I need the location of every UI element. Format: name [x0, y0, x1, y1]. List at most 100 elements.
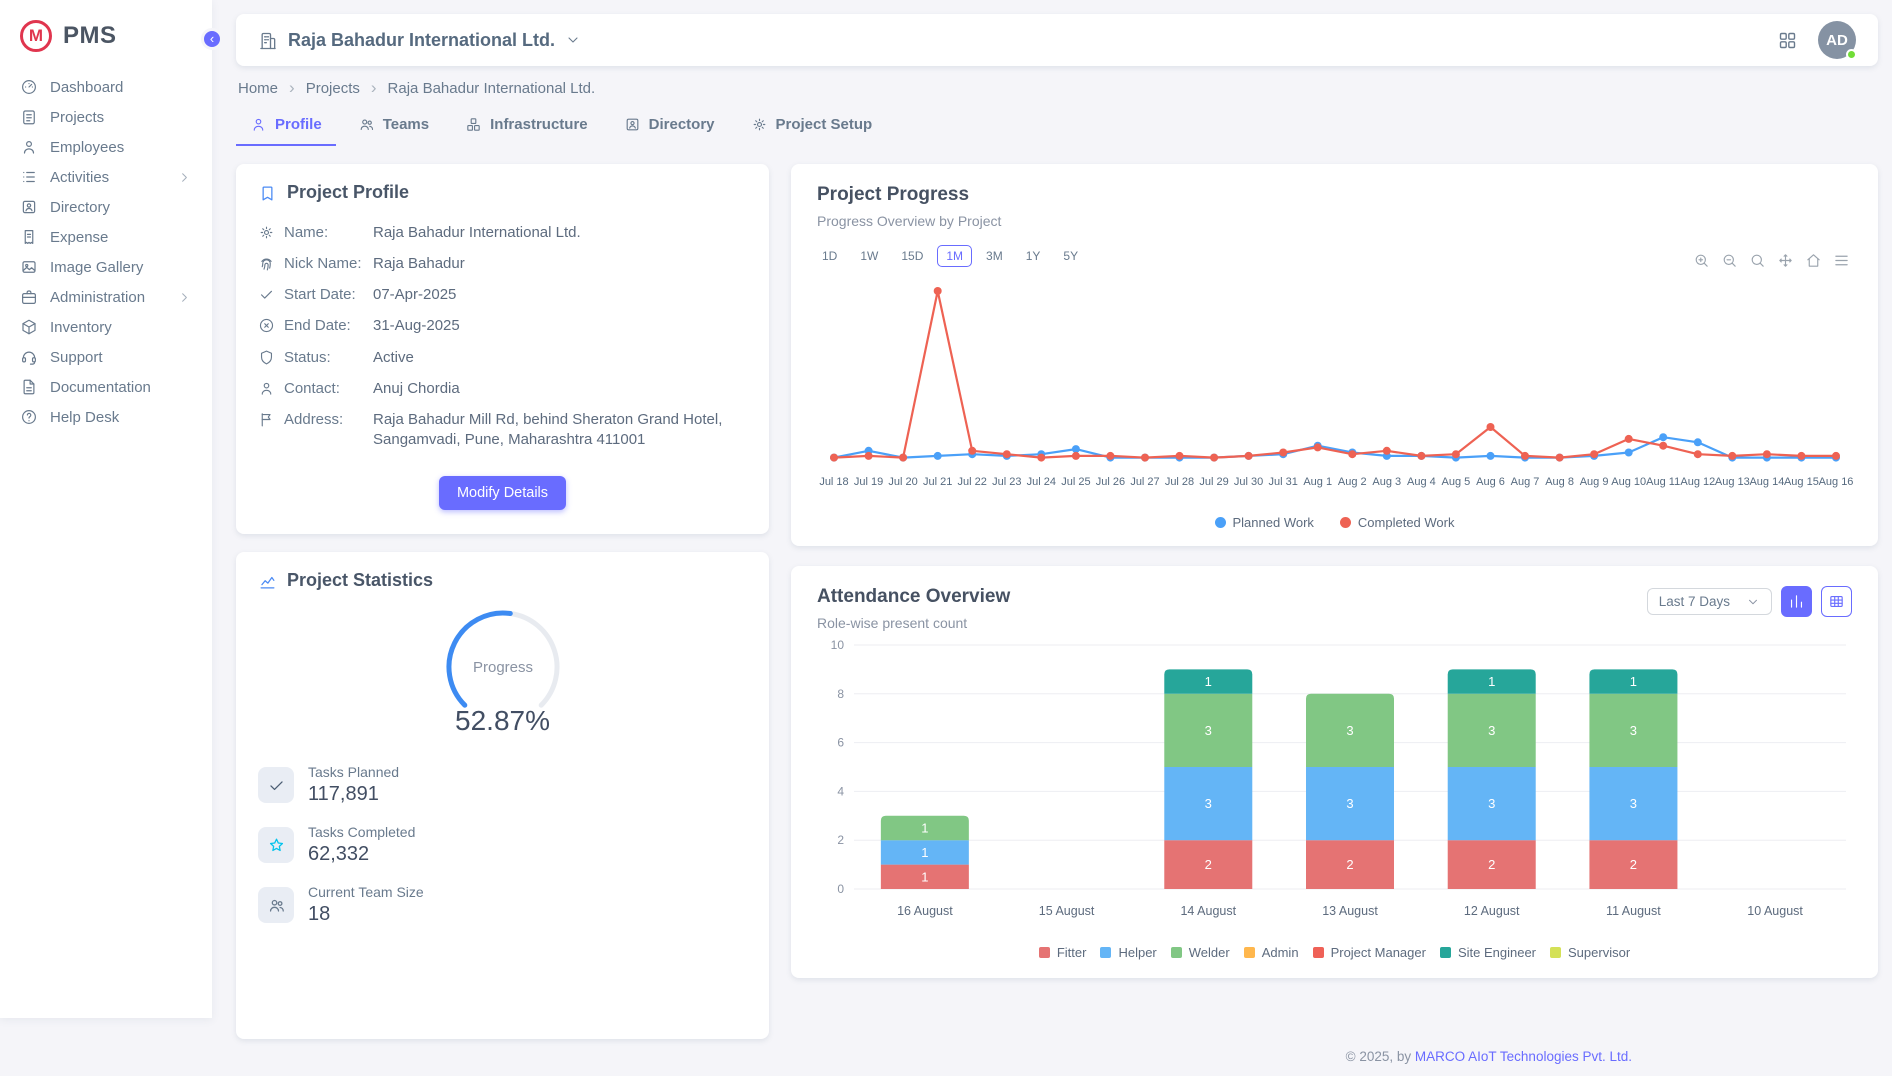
- sidebar-item-label: Dashboard: [50, 79, 123, 96]
- svg-text:Aug 9: Aug 9: [1579, 476, 1608, 488]
- sidebar-item-directory[interactable]: Directory: [0, 192, 212, 222]
- legend-completed-work[interactable]: Completed Work: [1340, 515, 1455, 530]
- user-icon: [258, 380, 275, 397]
- svg-text:Jul 19: Jul 19: [853, 476, 882, 488]
- svg-text:Jul 30: Jul 30: [1233, 476, 1262, 488]
- legend-swatch: [1313, 947, 1324, 958]
- sidebar-collapse-button[interactable]: ‹: [201, 28, 223, 50]
- svg-text:Jul 18: Jul 18: [819, 476, 848, 488]
- sidebar-item-dashboard[interactable]: Dashboard: [0, 72, 212, 102]
- legend-helper[interactable]: Helper: [1100, 945, 1156, 960]
- projects-icon: [20, 108, 38, 126]
- days-filter-select[interactable]: Last 7 Days: [1647, 588, 1772, 615]
- svg-text:2: 2: [837, 833, 844, 847]
- svg-text:3: 3: [1346, 796, 1353, 811]
- sidebar-item-documentation[interactable]: Documentation: [0, 372, 212, 402]
- range-1w-button[interactable]: 1W: [851, 245, 887, 267]
- breadcrumb-separator: ›: [289, 78, 295, 98]
- sidebar-item-label: Activities: [50, 169, 109, 186]
- sidebar-item-label: Help Desk: [50, 409, 119, 426]
- tab-project-setup[interactable]: Project Setup: [737, 108, 887, 146]
- pan-button[interactable]: [1777, 252, 1794, 269]
- reset-home-button[interactable]: [1805, 252, 1822, 269]
- inventory-icon: [20, 318, 38, 336]
- section-subtitle: Role-wise present count: [817, 615, 1010, 631]
- company-selector[interactable]: Raja Bahadur International Ltd.: [258, 29, 581, 50]
- svg-text:Jul 29: Jul 29: [1199, 476, 1228, 488]
- apps-grid-button[interactable]: [1777, 30, 1798, 51]
- tab-infrastructure[interactable]: Infrastructure: [451, 108, 602, 146]
- sidebar-item-inventory[interactable]: Inventory: [0, 312, 212, 342]
- legend-welder[interactable]: Welder: [1171, 945, 1230, 960]
- fingerprint-icon: [258, 255, 275, 272]
- range-1m-button[interactable]: 1M: [937, 245, 972, 267]
- footer-text: © 2025, by: [1346, 1049, 1415, 1064]
- svg-text:4: 4: [837, 784, 844, 798]
- app-layout: M PMS ‹ Dashboard Projects Employees Act…: [0, 0, 1892, 1018]
- table-view-button[interactable]: [1821, 586, 1852, 617]
- svg-text:1: 1: [921, 821, 928, 836]
- svg-text:1: 1: [1488, 674, 1495, 689]
- tab-directory[interactable]: Directory: [610, 108, 729, 146]
- zoom-out-button[interactable]: [1721, 252, 1738, 269]
- legend-admin[interactable]: Admin: [1244, 945, 1299, 960]
- building-icon: [258, 31, 278, 51]
- stat-label: Current Team Size: [308, 884, 424, 900]
- legend-project-manager[interactable]: Project Manager: [1313, 945, 1426, 960]
- legend-site-engineer[interactable]: Site Engineer: [1440, 945, 1536, 960]
- legend-supervisor[interactable]: Supervisor: [1550, 945, 1630, 960]
- breadcrumb-item-home[interactable]: Home: [238, 80, 278, 97]
- attendance-bar-chart[interactable]: 024681016 August11115 August14 August233…: [816, 633, 1854, 939]
- sidebar-item-projects[interactable]: Projects: [0, 102, 212, 132]
- sidebar-item-employees[interactable]: Employees: [0, 132, 212, 162]
- sidebar-item-administration[interactable]: Administration: [0, 282, 212, 312]
- breadcrumb-item-projects[interactable]: Projects: [306, 80, 360, 97]
- field-value: 31-Aug-2025: [373, 316, 460, 336]
- company-name: Raja Bahadur International Ltd.: [288, 30, 555, 51]
- logo[interactable]: M PMS: [0, 0, 212, 68]
- id-badge-icon: [624, 116, 641, 133]
- svg-text:Aug 14: Aug 14: [1749, 476, 1784, 488]
- legend-label: Project Manager: [1331, 945, 1426, 960]
- zoom-in-button[interactable]: [1693, 252, 1710, 269]
- sidebar-item-expense[interactable]: Expense: [0, 222, 212, 252]
- gear-icon: [258, 224, 275, 241]
- svg-text:10 August: 10 August: [1747, 904, 1803, 918]
- sidebar-item-activities[interactable]: Activities: [0, 162, 212, 192]
- chevron-down-icon: [565, 32, 581, 48]
- id-badge-icon: [20, 198, 38, 216]
- selection-zoom-button[interactable]: [1749, 252, 1766, 269]
- svg-text:8: 8: [837, 687, 844, 701]
- range-1d-button[interactable]: 1D: [813, 245, 846, 267]
- svg-text:Jul 27: Jul 27: [1130, 476, 1159, 488]
- sidebar-item-support[interactable]: Support: [0, 342, 212, 372]
- svg-text:2: 2: [1204, 857, 1211, 872]
- progress-line-chart[interactable]: Jul 18Jul 19Jul 20Jul 21Jul 22Jul 23Jul …: [816, 269, 1854, 509]
- chart-toolbar: [1693, 252, 1850, 269]
- modify-details-button[interactable]: Modify Details: [439, 476, 566, 510]
- legend-fitter[interactable]: Fitter: [1039, 945, 1087, 960]
- sidebar-item-image-gallery[interactable]: Image Gallery: [0, 252, 212, 282]
- svg-text:1: 1: [921, 845, 928, 860]
- tab-teams[interactable]: Teams: [344, 108, 443, 146]
- tab-profile[interactable]: Profile: [236, 108, 336, 146]
- support-icon: [20, 348, 38, 366]
- range-1y-button[interactable]: 1Y: [1017, 245, 1050, 267]
- avatar-initials: AD: [1826, 32, 1848, 49]
- field-label: Contact:: [284, 379, 364, 399]
- menu-button[interactable]: [1833, 252, 1850, 269]
- legend-planned-work[interactable]: Planned Work: [1215, 515, 1314, 530]
- flag-icon: [258, 411, 275, 428]
- avatar[interactable]: AD: [1818, 21, 1856, 59]
- footer-link[interactable]: MARCO AIoT Technologies Pvt. Ltd.: [1415, 1049, 1632, 1064]
- svg-text:2: 2: [1488, 857, 1495, 872]
- range-3m-button[interactable]: 3M: [977, 245, 1012, 267]
- range-15d-button[interactable]: 15D: [892, 245, 932, 267]
- svg-text:2: 2: [1346, 857, 1353, 872]
- sidebar: M PMS ‹ Dashboard Projects Employees Act…: [0, 0, 212, 1018]
- range-5y-button[interactable]: 5Y: [1054, 245, 1087, 267]
- svg-text:Aug 16: Aug 16: [1818, 476, 1853, 488]
- sidebar-item-help-desk[interactable]: Help Desk: [0, 402, 212, 432]
- chart-view-button[interactable]: [1781, 586, 1812, 617]
- logo-text: PMS: [63, 22, 117, 50]
